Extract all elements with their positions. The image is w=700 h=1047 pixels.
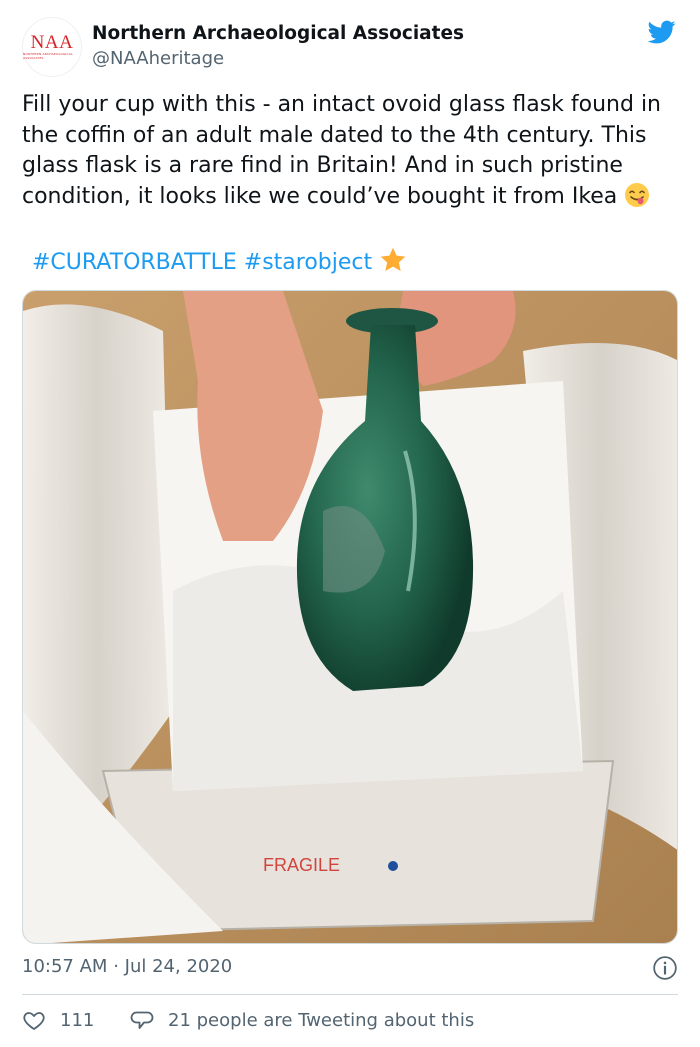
tweet-text-block: Fill your cup with this - an intact ovoi… xyxy=(22,90,682,212)
hashtag-starobject[interactable]: #starobject xyxy=(244,250,372,275)
meta-separator: · xyxy=(113,956,119,977)
display-name[interactable]: Northern Archaeological Associates xyxy=(92,23,464,44)
reply-bubble-icon xyxy=(130,1011,154,1029)
twitter-bird-icon[interactable] xyxy=(646,18,678,46)
avatar-logo-text: NAA xyxy=(30,32,74,53)
avatar-logo-subtext: NORTHERN ARCHAEOLOGICAL ASSOCIATES xyxy=(23,52,73,60)
star-emoji xyxy=(380,247,406,271)
avatar[interactable]: NAA NORTHERN ARCHAEOLOGICAL ASSOCIATES xyxy=(22,17,82,77)
handle[interactable]: @NAAheritage xyxy=(92,48,224,69)
hashtag-curatorbattle[interactable]: #CURATORBATTLE xyxy=(32,250,237,275)
tweet-card: NAA NORTHERN ARCHAEOLOGICAL ASSOCIATES N… xyxy=(0,0,700,1047)
yum-face-emoji xyxy=(625,182,650,207)
tweet-text: Fill your cup with this - an intact ovoi… xyxy=(22,92,661,209)
hashtag-line: #CURATORBATTLE #starobject xyxy=(32,246,407,278)
like-button[interactable]: 111 xyxy=(22,1008,94,1032)
tweet-time: 10:57 AM xyxy=(22,956,108,977)
tweet-timestamp[interactable]: 10:57 AM · Jul 24, 2020 xyxy=(22,956,232,977)
tweeting-about-text: 21 people are Tweeting about this xyxy=(168,1009,475,1031)
fragile-label: FRAGILE xyxy=(263,855,340,875)
heart-icon xyxy=(23,1012,45,1030)
tweeting-about-link[interactable]: 21 people are Tweeting about this xyxy=(130,1008,474,1032)
tweet-date: Jul 24, 2020 xyxy=(124,956,233,977)
tweet-photo[interactable]: FRAGILE xyxy=(22,290,678,944)
photo-glass-flask: FRAGILE xyxy=(23,291,677,943)
like-count: 111 xyxy=(60,1009,95,1031)
footer-divider xyxy=(22,994,678,995)
info-icon[interactable] xyxy=(652,955,678,981)
